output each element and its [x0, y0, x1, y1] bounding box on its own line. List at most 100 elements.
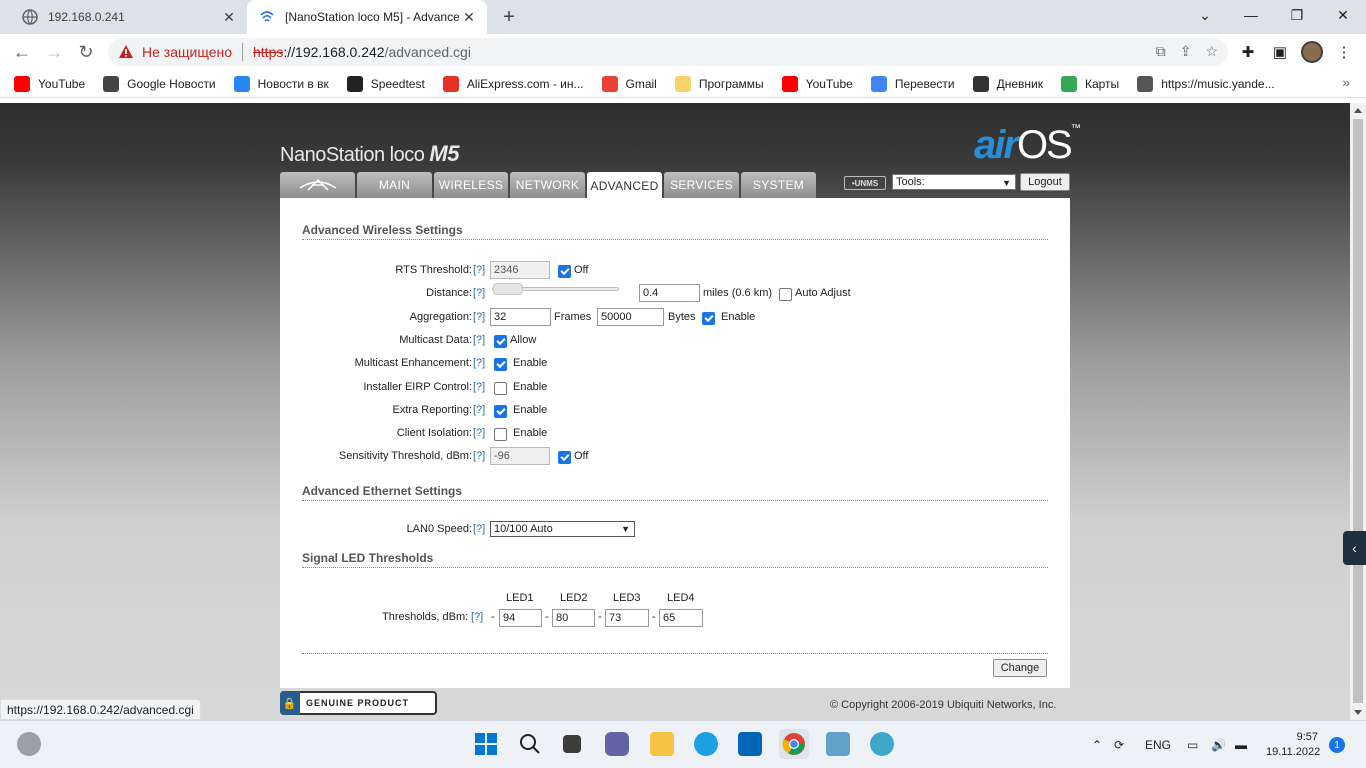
- store-icon[interactable]: [735, 729, 765, 759]
- close-window-icon[interactable]: ✕: [1320, 0, 1366, 30]
- page-scrollbar[interactable]: [1350, 103, 1366, 720]
- tab-search-chevron-icon[interactable]: ⌄: [1182, 0, 1228, 30]
- led4-input[interactable]: 65: [659, 609, 703, 627]
- led2-input[interactable]: 80: [552, 609, 595, 627]
- task-view-icon[interactable]: [557, 729, 587, 759]
- client-isolation-help-link[interactable]: [?]: [473, 427, 485, 439]
- sensitivity-off-checkbox[interactable]: [558, 451, 571, 464]
- network-tool-icon[interactable]: [823, 729, 853, 759]
- back-icon[interactable]: ←: [10, 40, 34, 64]
- tab-main[interactable]: MAIN: [357, 172, 432, 198]
- tray-chevron-up-icon[interactable]: ⌃: [1092, 721, 1102, 768]
- distance-slider[interactable]: [492, 283, 619, 295]
- bookmark-item[interactable]: Программы: [674, 75, 764, 92]
- profile-avatar-icon[interactable]: [1300, 40, 1324, 64]
- lan0-help-link[interactable]: [?]: [473, 523, 485, 535]
- bookmark-item[interactable]: Перевести: [870, 75, 955, 92]
- translate-icon[interactable]: ⧉: [1156, 43, 1166, 60]
- tab-advanced[interactable]: ADVANCED: [587, 172, 662, 199]
- new-tab-icon[interactable]: +: [498, 7, 520, 29]
- bookmarks-overflow-icon[interactable]: »: [1342, 74, 1350, 90]
- address-bar[interactable]: Не защищено https://192.168.0.242/advanc…: [108, 38, 1228, 66]
- scroll-up-icon[interactable]: [1354, 108, 1362, 113]
- installer-eirp-help-link[interactable]: [?]: [473, 381, 485, 393]
- aggregation-frames-input[interactable]: 32: [490, 308, 551, 326]
- scroll-down-icon[interactable]: [1354, 710, 1362, 715]
- bookmark-item[interactable]: Карты: [1060, 75, 1119, 92]
- tab-network[interactable]: NETWORK: [510, 172, 585, 198]
- multicast-enh-help-link[interactable]: [?]: [473, 357, 485, 369]
- weather-widget-icon[interactable]: [14, 729, 44, 759]
- system-clock[interactable]: 9:57 19.11.2022: [1266, 730, 1320, 760]
- sensitivity-help-link[interactable]: [?]: [473, 450, 485, 462]
- multicast-data-help-link[interactable]: [?]: [473, 334, 485, 346]
- tab-system[interactable]: SYSTEM: [741, 172, 816, 198]
- auto-adjust-checkbox[interactable]: [779, 288, 792, 301]
- bookmark-item[interactable]: Новости в вк: [233, 75, 329, 92]
- tab-close-icon[interactable]: ✕: [459, 7, 479, 27]
- bookmark-item[interactable]: Gmail: [601, 75, 657, 92]
- volume-icon[interactable]: 🔊: [1211, 721, 1226, 768]
- chrome-icon[interactable]: [779, 729, 809, 759]
- restore-icon[interactable]: ❐: [1274, 0, 1320, 30]
- bookmark-star-icon[interactable]: ☆: [1205, 43, 1218, 60]
- edge-icon[interactable]: [691, 729, 721, 759]
- rts-off-checkbox[interactable]: [558, 265, 571, 278]
- scrollbar-thumb[interactable]: [1353, 119, 1363, 703]
- change-button[interactable]: Change: [993, 659, 1047, 677]
- tab-ubnt-logo[interactable]: [280, 172, 355, 198]
- rts-help-link[interactable]: [?]: [473, 264, 485, 276]
- bookmark-item[interactable]: https://music.yande...: [1137, 75, 1275, 92]
- tab-wireless[interactable]: WIRELESS: [434, 172, 508, 198]
- bookmark-item[interactable]: Speedtest: [346, 75, 425, 92]
- thresholds-help-link[interactable]: [?]: [471, 611, 483, 623]
- extra-reporting-checkbox[interactable]: [494, 405, 507, 418]
- led3-input[interactable]: 73: [605, 609, 649, 627]
- multicast-enh-checkbox[interactable]: [494, 358, 507, 371]
- network-tray-icon[interactable]: ▭: [1187, 721, 1198, 768]
- language-indicator[interactable]: ENG: [1145, 721, 1171, 768]
- sync-icon[interactable]: ⟳: [1114, 721, 1124, 768]
- logout-button[interactable]: Logout: [1020, 173, 1070, 191]
- teams-chat-icon[interactable]: [602, 729, 632, 759]
- installer-eirp-checkbox[interactable]: [494, 382, 507, 395]
- bookmark-item[interactable]: AliExpress.com - ин...: [442, 75, 584, 92]
- side-panel-chevron-icon[interactable]: ‹: [1343, 531, 1366, 565]
- forward-icon[interactable]: →: [42, 40, 66, 64]
- client-isolation-checkbox[interactable]: [494, 428, 507, 441]
- distance-input[interactable]: 0.4: [639, 284, 700, 302]
- minimize-icon[interactable]: —: [1228, 0, 1274, 30]
- search-icon[interactable]: [515, 729, 545, 759]
- side-panel-icon[interactable]: ▣: [1268, 40, 1292, 64]
- security-warning[interactable]: Не защищено: [118, 44, 232, 60]
- aggregation-bytes-input[interactable]: 50000: [597, 308, 664, 326]
- led1-input[interactable]: 94: [499, 609, 542, 627]
- start-icon[interactable]: [471, 729, 501, 759]
- browser-tab-1[interactable]: 192.168.0.241 ✕: [0, 0, 247, 34]
- app-icon[interactable]: [867, 729, 897, 759]
- bookmark-item[interactable]: Дневник: [972, 75, 1043, 92]
- bookmark-item[interactable]: Google Новости: [103, 75, 216, 92]
- unms-badge[interactable]: • UNMS: [844, 176, 886, 190]
- extensions-icon[interactable]: ✚: [1236, 40, 1260, 64]
- file-explorer-icon[interactable]: [647, 729, 677, 759]
- share-icon[interactable]: ⇪: [1180, 43, 1192, 60]
- extra-reporting-help-link[interactable]: [?]: [473, 404, 485, 416]
- rts-threshold-input[interactable]: 2346: [490, 261, 550, 279]
- tab-close-icon[interactable]: ✕: [219, 7, 239, 27]
- notification-badge[interactable]: 1: [1329, 737, 1345, 753]
- distance-slider-handle[interactable]: [493, 283, 523, 295]
- reload-icon[interactable]: ↻: [74, 40, 98, 64]
- multicast-data-checkbox[interactable]: [494, 335, 507, 348]
- battery-icon[interactable]: ▬: [1235, 721, 1247, 768]
- bookmark-item[interactable]: YouTube: [14, 75, 85, 92]
- aggregation-enable-checkbox[interactable]: [702, 312, 715, 325]
- tools-select[interactable]: Tools: ▼: [892, 174, 1016, 190]
- aggregation-help-link[interactable]: [?]: [473, 311, 485, 323]
- menu-dots-icon[interactable]: ⋮: [1332, 40, 1356, 64]
- browser-tab-2[interactable]: [NanoStation loco M5] - Advanced ✕: [247, 0, 487, 34]
- bookmark-item[interactable]: YouTube: [781, 75, 853, 92]
- lan0-speed-select[interactable]: 10/100 Auto ▼: [490, 521, 635, 537]
- sensitivity-input[interactable]: -96: [490, 447, 550, 465]
- tab-services[interactable]: SERVICES: [664, 172, 739, 198]
